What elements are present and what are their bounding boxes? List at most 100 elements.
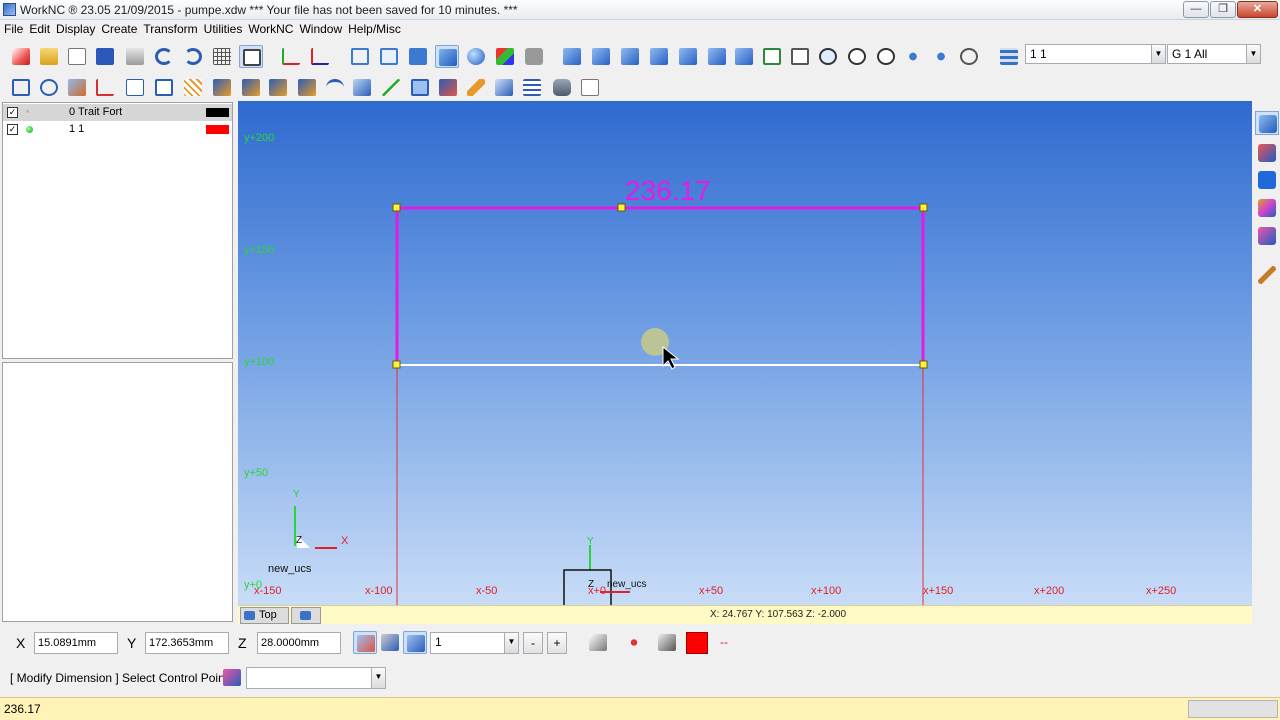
view-zx-button[interactable]	[618, 45, 642, 68]
pattern-button[interactable]	[181, 76, 205, 99]
layer-combo[interactable]: 1 1 ▼	[1025, 44, 1166, 64]
step-decrease-button[interactable]: -	[523, 632, 543, 654]
step-increase-button[interactable]: +	[547, 632, 567, 654]
circle-button[interactable]	[37, 76, 61, 99]
copy-button[interactable]	[152, 76, 176, 99]
pan-button[interactable]	[901, 45, 925, 68]
control-point[interactable]	[392, 203, 401, 212]
camera-button[interactable]	[522, 45, 546, 68]
layer-row[interactable]: ✓ ◦ 0 Trait Fort	[3, 104, 232, 121]
view-tab-3d[interactable]	[291, 607, 321, 624]
view-neg-y-button[interactable]	[705, 45, 729, 68]
menu-worknc[interactable]: WorkNC	[245, 20, 296, 39]
print-button[interactable]	[123, 45, 147, 68]
menu-transform[interactable]: Transform	[140, 20, 200, 39]
trim-button[interactable]	[379, 76, 403, 99]
text-button[interactable]	[123, 76, 147, 99]
menu-edit[interactable]: Edit	[26, 20, 53, 39]
eraser-pick-button[interactable]	[655, 631, 679, 654]
target-button[interactable]	[957, 45, 981, 68]
undo-button[interactable]	[152, 45, 176, 68]
control-point[interactable]	[919, 203, 928, 212]
control-point[interactable]	[617, 203, 626, 212]
offset-button[interactable]	[295, 76, 319, 99]
command-input-combo[interactable]: ▼	[246, 667, 386, 689]
grid-button[interactable]	[210, 45, 234, 68]
view-yz-button[interactable]	[589, 45, 613, 68]
save-button[interactable]	[93, 45, 117, 68]
new-file-button[interactable]	[9, 45, 33, 68]
rectangle-button[interactable]	[9, 76, 33, 99]
pencil-button[interactable]	[464, 76, 488, 99]
palette-select-button[interactable]	[1255, 111, 1279, 135]
database-button[interactable]	[550, 76, 574, 99]
zoom-button[interactable]	[816, 45, 840, 68]
palette-remove-button[interactable]	[1255, 224, 1279, 248]
menu-window[interactable]: Window	[296, 20, 345, 39]
menu-file[interactable]: File	[1, 20, 26, 39]
surface-button[interactable]	[350, 76, 374, 99]
minimize-button[interactable]: —	[1183, 1, 1209, 18]
transform-2-button[interactable]	[239, 76, 263, 99]
command-option-button[interactable]	[220, 666, 244, 689]
layers-button[interactable]	[997, 45, 1021, 68]
chevron-down-icon[interactable]: ▼	[1246, 45, 1260, 63]
boundary-button[interactable]	[408, 76, 432, 99]
y-coord-input[interactable]: 172.3653mm	[145, 632, 229, 654]
stack-button[interactable]	[520, 76, 544, 99]
shade-smooth-button[interactable]	[435, 45, 459, 68]
sketch-button[interactable]	[93, 76, 117, 99]
ucs-button[interactable]	[279, 45, 303, 68]
shade-render-button[interactable]	[464, 45, 488, 68]
view-neg-z-button[interactable]	[732, 45, 756, 68]
chevron-down-icon[interactable]: ▼	[504, 633, 518, 653]
menu-display[interactable]: Display	[53, 20, 98, 39]
menu-create[interactable]: Create	[98, 20, 140, 39]
zoom-window-button[interactable]	[845, 45, 869, 68]
layer-row[interactable]: ✓ 1 1	[3, 121, 232, 138]
snap-grid-button[interactable]	[378, 631, 402, 654]
view-tab-top[interactable]: Top	[240, 607, 289, 624]
chevron-down-icon[interactable]: ▼	[1151, 45, 1165, 63]
current-color-swatch[interactable]	[686, 632, 708, 654]
palette-delete-button[interactable]	[1255, 141, 1279, 165]
shade-wire-button[interactable]	[348, 45, 372, 68]
palette-solid-button[interactable]	[1255, 168, 1279, 192]
view-neg-x-button[interactable]	[676, 45, 700, 68]
menu-help-misc[interactable]: Help/Misc	[345, 20, 404, 39]
control-point[interactable]	[392, 360, 401, 369]
z-coord-input[interactable]: 28.0000mm	[257, 632, 341, 654]
pick-filter-button[interactable]	[622, 631, 646, 654]
pick-button[interactable]	[586, 631, 610, 654]
palette-color-button[interactable]	[1255, 196, 1279, 220]
chevron-down-icon[interactable]: ▼	[371, 668, 385, 688]
transform-3-button[interactable]	[266, 76, 290, 99]
layer-color-swatch[interactable]	[206, 125, 229, 134]
curve-button[interactable]	[323, 76, 347, 99]
maximize-button[interactable]: ❐	[1210, 1, 1236, 18]
zoom-all-button[interactable]	[874, 45, 898, 68]
shade-hidden-button[interactable]	[377, 45, 401, 68]
window-tile-button[interactable]	[788, 45, 812, 68]
shade-solid-button[interactable]	[406, 45, 430, 68]
panel-toggle-button[interactable]	[239, 45, 263, 68]
step-combo[interactable]: 1 ▼	[430, 632, 519, 654]
transform-1-button[interactable]	[210, 76, 234, 99]
palette-tool-button[interactable]	[1255, 263, 1279, 287]
snap-mode-button[interactable]	[353, 631, 377, 654]
snap-point-button[interactable]	[403, 631, 427, 654]
layer-visible-checkbox[interactable]: ✓	[7, 107, 18, 118]
menu-utilities[interactable]: Utilities	[201, 20, 246, 39]
shade-color-button[interactable]	[493, 45, 517, 68]
solid-button[interactable]	[65, 76, 89, 99]
view-iso-button[interactable]	[647, 45, 671, 68]
close-button[interactable]: ✕	[1237, 1, 1278, 18]
edit-surface-button[interactable]	[436, 76, 460, 99]
layer-visible-checkbox[interactable]: ✓	[7, 124, 18, 135]
dimension-value[interactable]: 236.17	[625, 175, 711, 207]
workplane-button[interactable]	[760, 45, 784, 68]
redo-button[interactable]	[181, 45, 205, 68]
rotate-view-button[interactable]	[929, 45, 953, 68]
group-combo[interactable]: G 1 All ▼	[1167, 44, 1261, 64]
eraser-button[interactable]	[492, 76, 516, 99]
